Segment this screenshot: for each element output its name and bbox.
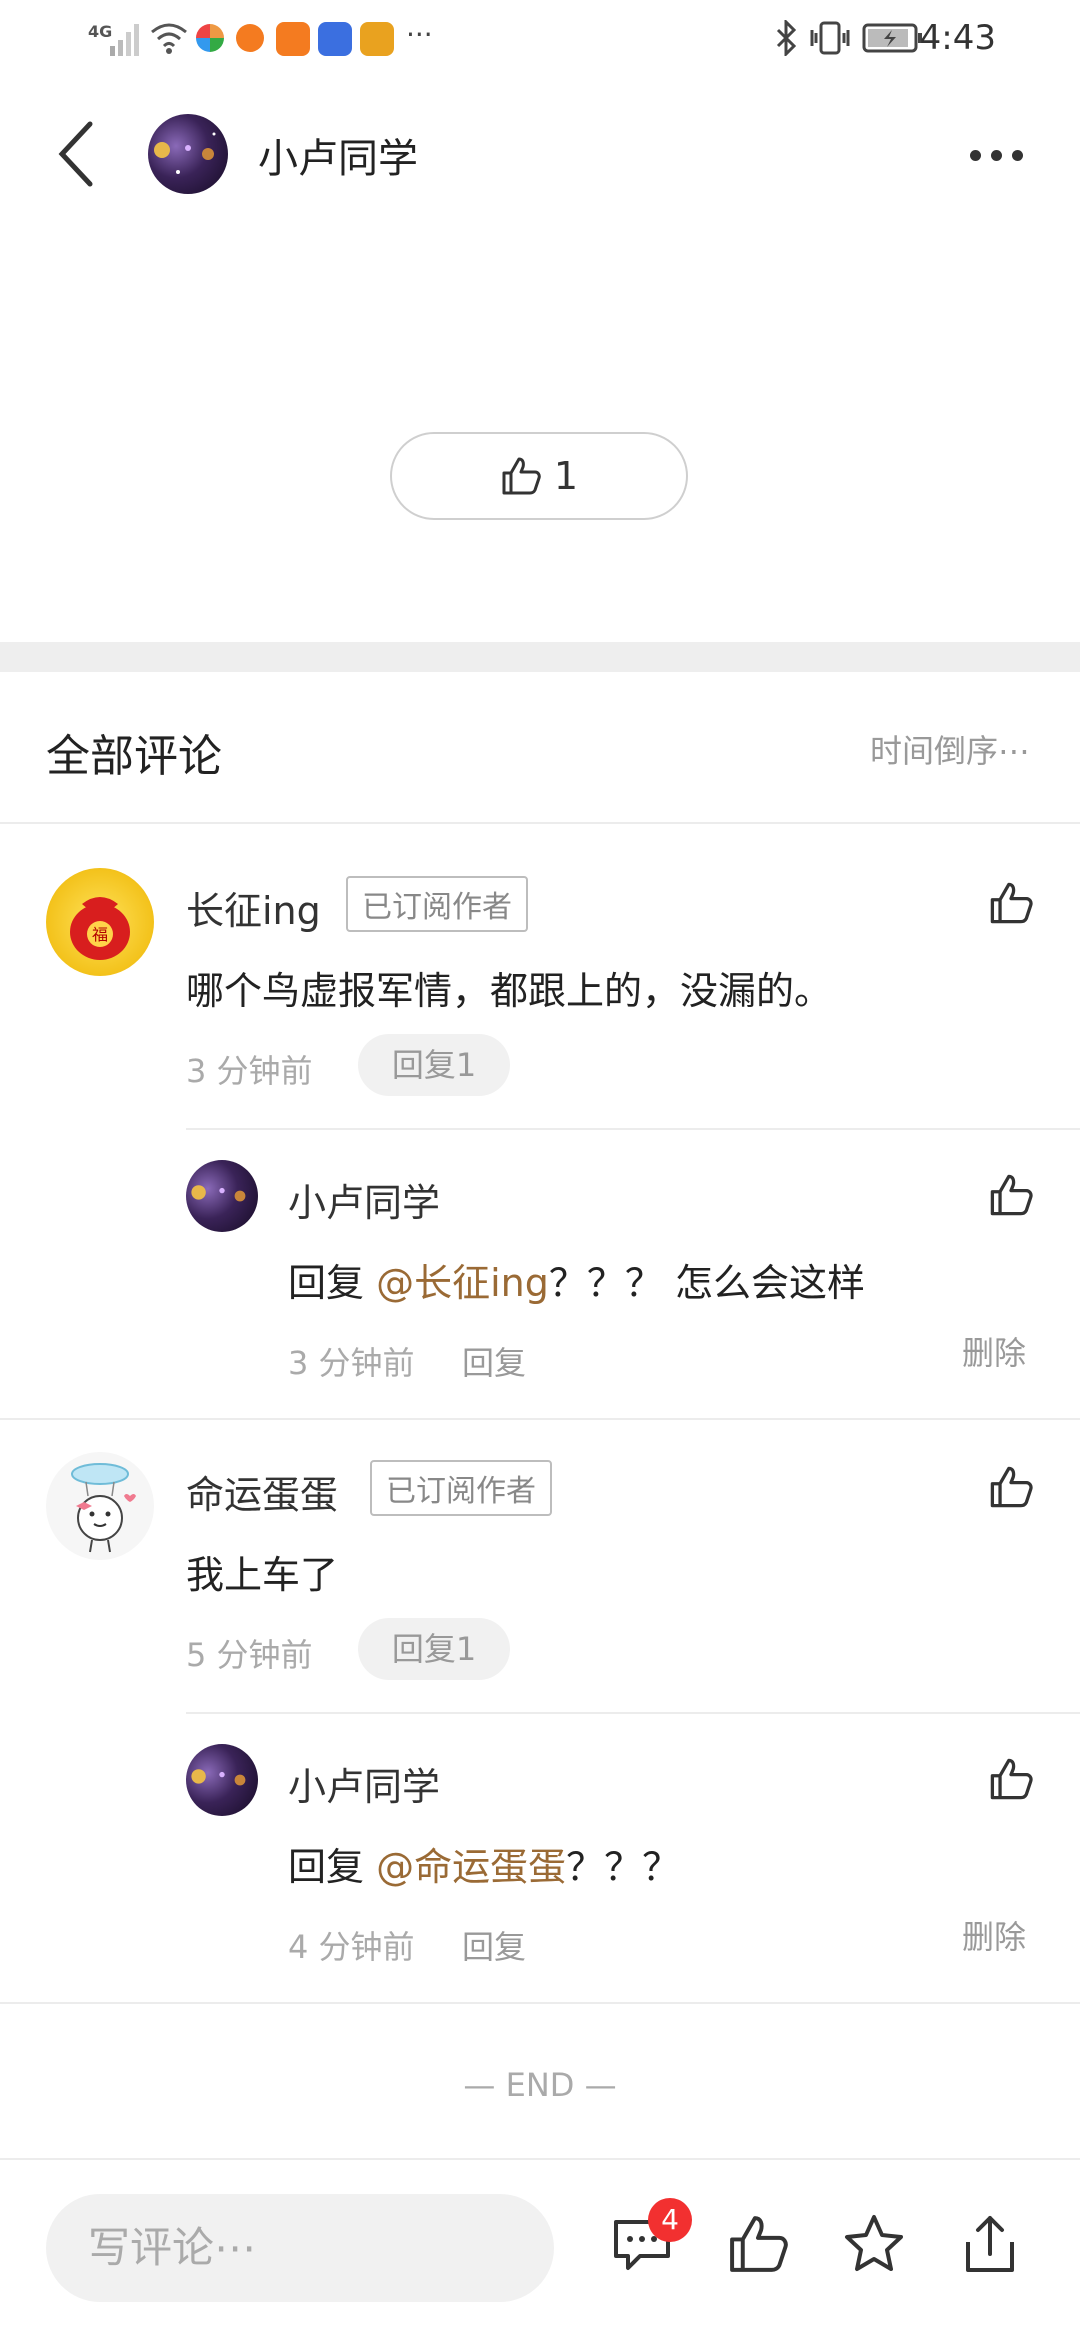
divider [0,1418,1080,1420]
vibrate-icon [810,21,850,55]
wifi-icon [151,23,187,54]
comment-text: 哪个鸟虚报军情，都跟上的，没漏的。 [186,969,833,1013]
end-marker: — END — [463,2066,617,2104]
section-divider [0,642,1080,672]
reply-text: 回复 @长征ing？？？ 怎么会这样 [288,1252,865,1307]
delete-button[interactable]: 删除 [962,1912,1026,1958]
mention-link[interactable]: @长征ing [376,1261,549,1305]
reply-prefix: 回复 [288,1261,377,1305]
reply-body: ？？？ 怎么会这样 [548,1261,865,1305]
star-icon[interactable] [842,2212,906,2276]
divider [0,2002,1080,2004]
reply-time: 4 分钟前 [288,1928,415,1966]
comments-title: 全部评论 [46,731,222,782]
avatar[interactable] [186,1744,258,1816]
app-icon-4 [318,22,352,56]
reply-count-button[interactable]: 回复1 [358,1034,510,1096]
delete-button[interactable]: 删除 [962,1328,1026,1374]
page-title: 小卢同学 [258,136,418,182]
thumbs-up-icon [502,457,541,495]
app-icon-2 [236,24,264,52]
author-avatar[interactable] [148,114,228,194]
more-options-icon[interactable] [970,146,1034,161]
thumbs-up-icon[interactable] [726,2212,790,2276]
comment-count-badge: 4 [648,2198,692,2242]
bluetooth-icon [776,20,797,56]
sort-selector[interactable]: 时间倒序⋯ [870,726,1030,772]
comment-input[interactable]: 写评论⋯ [46,2194,554,2302]
comment-text: 我上车了 [186,1553,339,1597]
battery-icon [862,23,922,53]
app-icon-3 [276,22,310,56]
app-icon-1 [196,24,224,52]
avatar[interactable] [186,1160,258,1232]
signal-icon [110,24,139,56]
svg-text:福: 福 [92,925,108,944]
reply-body: ？？？ [566,1845,681,1889]
divider [186,1128,1080,1130]
divider [0,822,1080,824]
divider [186,1712,1080,1714]
comment-time: 3 分钟前 [186,1052,313,1090]
reply-author[interactable]: 小卢同学 [288,1756,440,1811]
reply-prefix: 回复 [288,1845,377,1889]
reply-author[interactable]: 小卢同学 [288,1172,440,1227]
status-bar: 4G ··· 4:43 [0,0,1080,80]
app-icon-5 [360,22,394,56]
reply-text: 回复 @命运蛋蛋？？？ [288,1836,680,1891]
reply-button[interactable]: 回复 [462,1922,526,1968]
comment-like-icon[interactable] [988,880,1034,926]
reply-button[interactable]: 回复 [462,1338,526,1384]
mention-link[interactable]: @命运蛋蛋 [376,1845,566,1889]
comment-author[interactable]: 长征ing [186,880,321,935]
clock: 4:43 [919,18,996,58]
comment-author[interactable]: 命运蛋蛋 [186,1464,338,1519]
like-button[interactable]: 1 [390,432,688,520]
like-count: 1 [553,454,579,498]
reply-like-icon[interactable] [988,1172,1034,1218]
avatar[interactable]: 福 [46,868,154,976]
reply-like-icon[interactable] [988,1756,1034,1802]
subscriber-badge: 已订阅作者 [370,1460,552,1516]
reply-time: 3 分钟前 [288,1344,415,1382]
share-icon[interactable] [958,2212,1022,2276]
reply-count-button[interactable]: 回复1 [358,1618,510,1680]
avatar[interactable] [46,1452,154,1560]
comment-time: 5 分钟前 [186,1636,313,1674]
subscriber-badge: 已订阅作者 [346,876,528,932]
back-icon[interactable] [56,118,96,190]
comment-like-icon[interactable] [988,1464,1034,1510]
more-notifications-icon: ··· [406,18,433,51]
